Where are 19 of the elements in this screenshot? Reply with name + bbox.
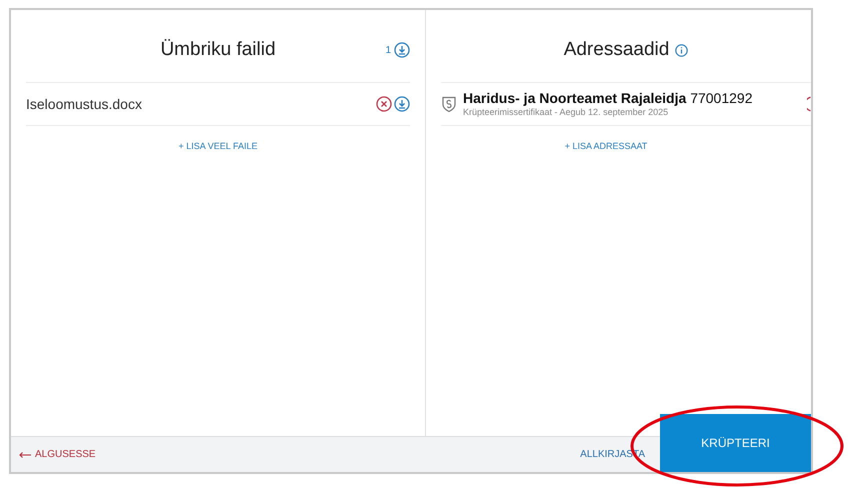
download-icon[interactable]	[394, 42, 410, 58]
registry-code: 77001292	[690, 90, 752, 106]
back-label: ALGUSESSE	[35, 448, 96, 462]
certificate-info: Krüpteerimissertifikaat - Aegub 12. september 2025	[463, 107, 670, 118]
recipient-name: Haridus- ja Noorteamet Rajaleidja	[463, 90, 686, 106]
info-icon[interactable]	[675, 44, 688, 56]
panel-title: Ümbriku failid	[160, 38, 276, 62]
add-files-link[interactable]: + LISA VEEL FAILE	[178, 140, 258, 154]
file-name: Iseloomustus.docx	[26, 94, 142, 114]
back-link[interactable]: ALGUSESSE	[19, 447, 96, 462]
arrow-left-icon	[19, 452, 31, 458]
panel-title: Adressaadid	[564, 38, 670, 62]
remove-icon[interactable]	[807, 96, 811, 112]
shield-icon	[441, 95, 457, 113]
encrypt-button[interactable]: KRÜPTEERI	[660, 414, 811, 472]
file-count: 1	[385, 44, 391, 58]
download-icon[interactable]	[394, 96, 410, 112]
add-recipient-link[interactable]: + LISA ADRESSAAT	[564, 140, 648, 154]
remove-icon[interactable]	[376, 96, 392, 112]
